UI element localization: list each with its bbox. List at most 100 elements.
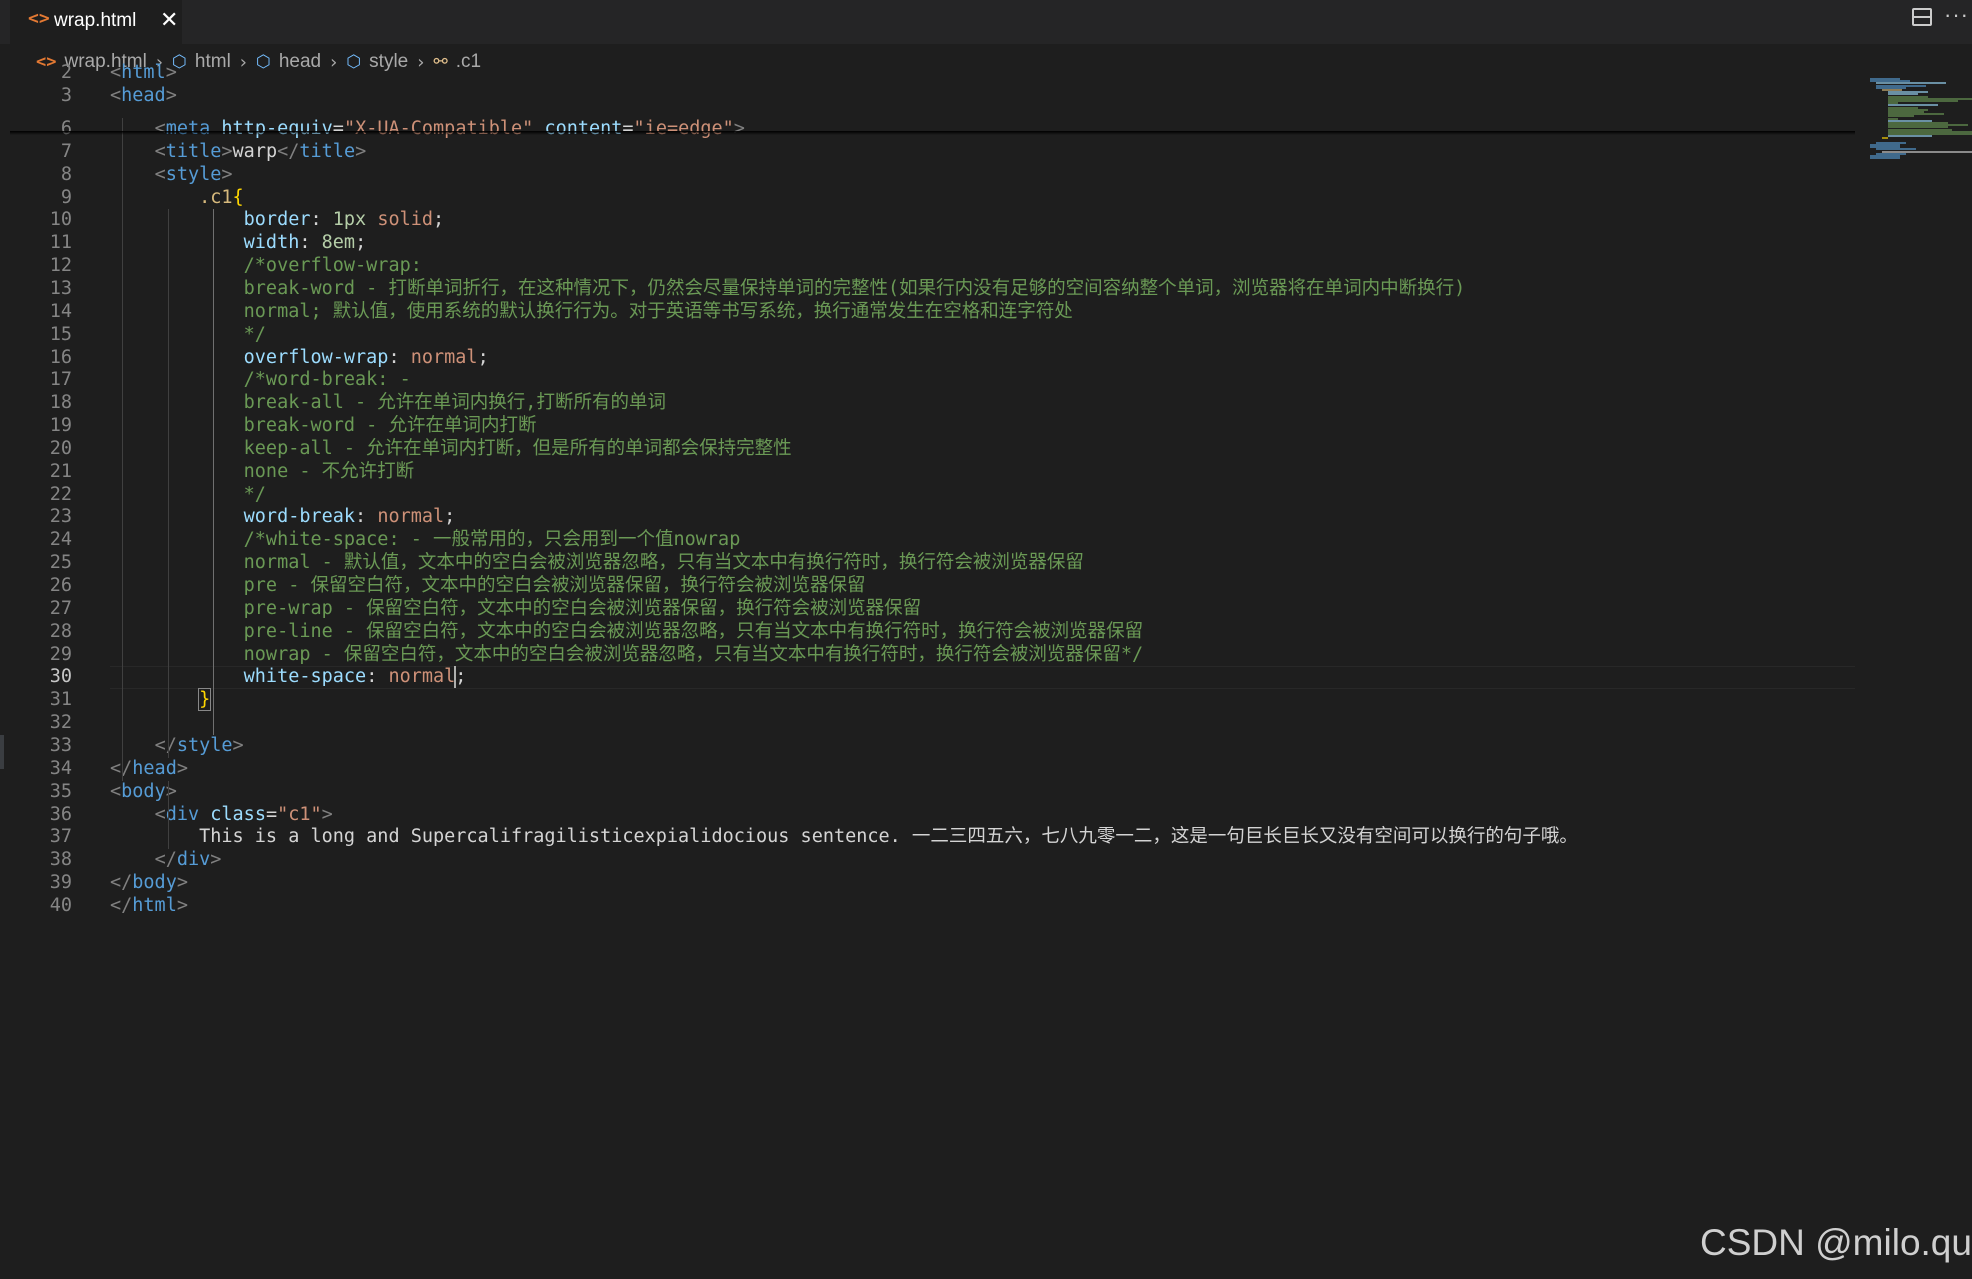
code-token: normal	[410, 346, 478, 368]
code-token: head	[132, 757, 177, 779]
code-line[interactable]: 28 pre-line - 保留空白符，文本中的空白会被浏览器忽略，只有当文本中…	[10, 621, 1855, 644]
line-text: /*overflow-wrap:	[110, 255, 422, 278]
line-number: 10	[49, 209, 72, 231]
code-line[interactable]: 15 */	[10, 324, 1855, 347]
code-line[interactable]: 7 <title>warp</title>	[10, 141, 1855, 164]
line-number: 15	[49, 323, 72, 345]
code-line[interactable]: 9 .c1{	[10, 187, 1855, 210]
code-line[interactable]: 17 /*word-break: -	[10, 369, 1855, 392]
indent-guide	[168, 780, 169, 850]
code-line[interactable]: 12 /*overflow-wrap:	[10, 255, 1855, 278]
code-line[interactable]: 3 <head>	[10, 85, 1855, 108]
code-token: </	[154, 849, 177, 871]
code-line[interactable]: 20 keep-all - 允许在单词内打断，但是所有的单词都会保持完整性	[10, 438, 1855, 461]
code-line[interactable]: 26 pre - 保留空白符，文本中的空白会被浏览器保留，换行符会被浏览器保留	[10, 575, 1855, 598]
line-text: <title>warp</title>	[110, 140, 367, 164]
code-token: 1px	[332, 209, 367, 231]
code-line[interactable]: 31 }	[10, 688, 1855, 712]
line-number: 6	[60, 118, 72, 139]
code-line[interactable]: 37 This is a long and Supercalifragilist…	[10, 826, 1855, 849]
code-token: <	[110, 62, 122, 83]
code-line[interactable]: 36 <div class="c1">	[10, 804, 1855, 827]
code-token: <	[154, 140, 166, 162]
code-line[interactable]: 35 <body>	[10, 781, 1855, 804]
line-text: */	[110, 324, 266, 347]
code-token: <	[110, 85, 122, 106]
minimap-line	[1882, 137, 1888, 140]
code-line[interactable]: 10 border: 1px solid;	[10, 209, 1855, 232]
code-token: >	[165, 62, 177, 83]
code-line[interactable]: 21 none - 不允许打断	[10, 461, 1855, 484]
code-token: >	[176, 757, 188, 779]
code-line[interactable]: 34</head>	[10, 758, 1855, 781]
line-text: */	[110, 484, 266, 507]
code-line[interactable]: 2 <html>	[10, 62, 1855, 85]
line-number: 16	[49, 346, 72, 368]
code-token: >	[165, 85, 177, 106]
line-number: 32	[49, 712, 72, 734]
line-number: 31	[49, 689, 72, 711]
code-line[interactable]: 32	[10, 712, 1855, 735]
code-token: warp	[232, 140, 278, 162]
code-token: div	[176, 849, 211, 871]
code-line[interactable]: 40 </html>	[10, 895, 1855, 918]
line-number: 34	[49, 757, 72, 779]
code-token: pre - 保留空白符，文本中的空白会被浏览器保留，换行符会被浏览器保留	[243, 575, 866, 596]
indent-guide	[213, 209, 214, 735]
code-line[interactable]: 11 width: 8em;	[10, 232, 1855, 255]
code-line[interactable]: 19 break-word - 允许在单词内打断	[10, 415, 1855, 438]
code-line[interactable]: 39 </body>	[10, 872, 1855, 895]
code-token: :	[366, 666, 389, 688]
line-text: white-space: normal;	[110, 666, 466, 689]
code-line[interactable]: 8 <style>	[10, 164, 1855, 187]
code-token: body	[132, 872, 177, 894]
close-icon[interactable]: ✕	[160, 7, 178, 33]
code-line[interactable]: 16 overflow-wrap: normal;	[10, 347, 1855, 370]
code-line[interactable]: 38 </div>	[10, 849, 1855, 872]
line-text: normal; 默认值，使用系统的默认换行行为。对于英语等书写系统，换行通常发生…	[110, 301, 1073, 324]
code-line[interactable]: 13 break-word - 打断单词折行，在这种情况下，仍然会尽量保持单词的…	[10, 278, 1855, 301]
line-number: 2	[60, 62, 72, 83]
line-number: 37	[49, 826, 72, 848]
code-token: style	[165, 163, 222, 185]
code-token: nowrap - 保留空白符，文本中的空白会被浏览器忽略，只有当文本中有换行符时…	[243, 643, 1144, 665]
code-token: }	[198, 688, 212, 712]
code-line[interactable]: 22 */	[10, 484, 1855, 507]
code-line[interactable]: 30 white-space: normal;	[10, 666, 1855, 690]
code-line[interactable]: 6 <meta http-equiv="X-UA-Compatible" con…	[10, 118, 1855, 141]
code-line[interactable]: 33 </style>	[10, 735, 1855, 758]
code-token: pre-line - 保留空白符，文本中的空白会被浏览器忽略，只有当文本中有换行…	[243, 620, 1144, 642]
code-line[interactable]: 14 normal; 默认值，使用系统的默认换行行为。对于英语等书写系统，换行通…	[10, 301, 1855, 324]
minimap[interactable]	[1862, 78, 1972, 168]
code-line[interactable]: 24 /*white-space: - 一般常用的，只会用到一个值nowrap	[10, 529, 1855, 552]
line-number: 19	[49, 415, 72, 437]
code-editor[interactable]: 2 <html> 3 <head> 6 <meta http-equiv="X-UA-C…	[10, 62, 1855, 1279]
line-text: break-all - 允许在单词内换行,打断所有的单词	[110, 392, 666, 415]
line-text: border: 1px solid;	[110, 209, 445, 232]
code-line[interactable]: 18 break-all - 允许在单词内换行,打断所有的单词	[10, 392, 1855, 415]
tab-wrap-html[interactable]: <> wrap.html ✕	[10, 0, 182, 44]
line-text: </div>	[110, 849, 222, 872]
split-editor-icon[interactable]	[1912, 8, 1932, 26]
line-number: 35	[49, 780, 72, 802]
code-token: >	[232, 734, 244, 756]
code-token: >	[733, 118, 745, 139]
code-line[interactable]: 25 normal - 默认值，文本中的空白会被浏览器忽略，只有当文本中有换行符…	[10, 552, 1855, 575]
code-token: */	[243, 323, 266, 345]
code-token: 8em	[321, 232, 356, 254]
code-line[interactable]: 29 nowrap - 保留空白符，文本中的空白会被浏览器忽略，只有当文本中有换…	[10, 644, 1855, 667]
more-actions-icon[interactable]: ···	[1944, 2, 1969, 28]
code-token: :	[388, 346, 411, 368]
line-text: width: 8em;	[110, 232, 367, 255]
code-token: :	[310, 209, 333, 231]
code-line[interactable]: 27 pre-wrap - 保留空白符，文本中的空白会被浏览器保留，换行符会被浏…	[10, 598, 1855, 621]
code-line[interactable]: 23 word-break: normal;	[10, 506, 1855, 529]
code-token: normal	[377, 506, 445, 528]
